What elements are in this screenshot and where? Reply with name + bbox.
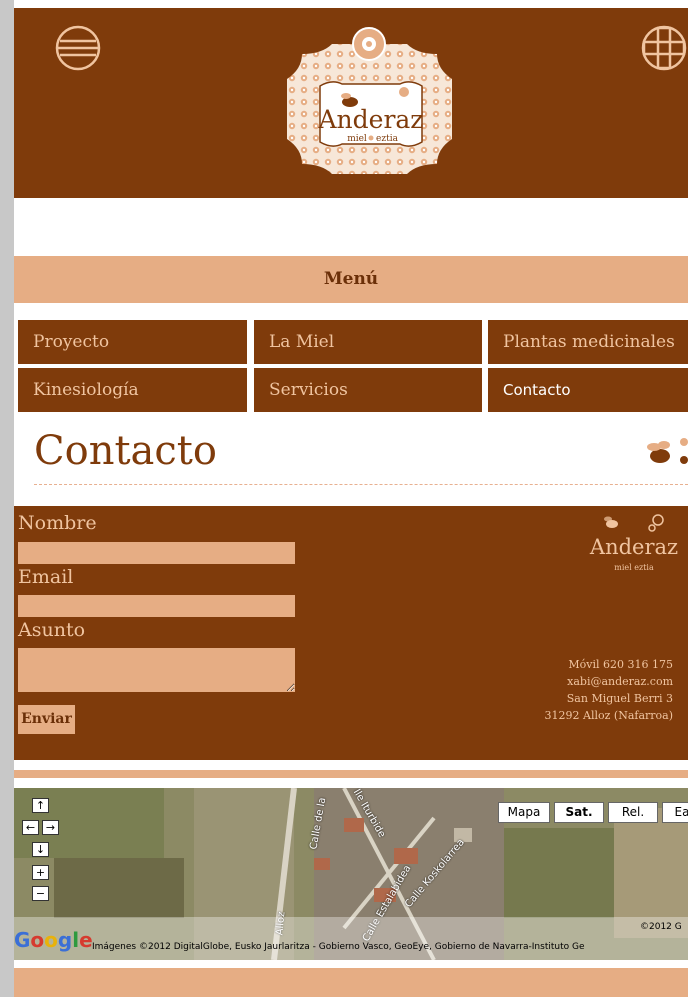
title-divider	[34, 484, 688, 485]
nav-item-la-miel[interactable]: La Miel	[254, 320, 482, 364]
nav-item-servicios[interactable]: Servicios	[254, 368, 482, 412]
contact-logo: Anderaz miel eztia	[584, 510, 684, 574]
city-address: 31292 Alloz (Nafarroa)	[544, 709, 673, 722]
send-button[interactable]: Enviar	[18, 705, 75, 734]
contact-logo-name: Anderaz	[589, 535, 678, 559]
nav-item-kinesiologia[interactable]: Kinesiología	[18, 368, 247, 412]
nav-item-plantas-medicinales[interactable]: Plantas medicinales	[488, 320, 688, 364]
page-title-area: Contacto	[14, 414, 688, 504]
menu-heading[interactable]: Menú	[14, 256, 688, 303]
pan-left-button[interactable]: ←	[22, 820, 39, 835]
map-embed[interactable]: Calle de la Ile Iturbide Calle Koskolarr…	[14, 788, 688, 960]
pan-up-button[interactable]: ↑	[32, 798, 49, 813]
logo-tagline-left: miel	[347, 134, 367, 144]
main-nav: Proyecto La Miel Plantas medicinales Kin…	[14, 318, 688, 412]
page: Anderaz miel eztia Menú Proyecto La Miel…	[14, 0, 688, 997]
bee-icon	[642, 426, 688, 476]
email-field[interactable]	[18, 595, 295, 617]
contact-email[interactable]: xabi@anderaz.com	[545, 673, 673, 690]
name-field[interactable]	[18, 542, 295, 564]
name-label: Nombre	[18, 512, 97, 534]
contact-section: Nombre Email Asunto Enviar Anderaz miel …	[14, 506, 688, 760]
google-logo[interactable]: Google	[14, 928, 93, 952]
street-address: San Miguel Berri 3	[566, 692, 673, 705]
zoom-out-button[interactable]: −	[32, 886, 49, 901]
page-title: Contacto	[34, 428, 217, 474]
zoom-in-button[interactable]: +	[32, 865, 49, 880]
map-footer	[14, 917, 688, 960]
tools-icon[interactable]	[640, 24, 688, 72]
map-type-satellite[interactable]: Sat.	[554, 802, 604, 823]
map-imagery-credit: Imágenes ©2012 DigitalGlobe, Eusko Jaurl…	[92, 942, 585, 952]
menu-toggle-icon[interactable]	[54, 24, 102, 72]
email-label: Email	[18, 566, 74, 588]
header-spacer	[14, 198, 688, 255]
subject-label: Asunto	[18, 619, 86, 641]
mobile-number: Móvil 620 316 175	[568, 658, 673, 671]
nav-item-proyecto[interactable]: Proyecto	[18, 320, 247, 364]
map-type-relief[interactable]: Rel.	[608, 802, 658, 823]
logo-name: Anderaz	[318, 105, 424, 134]
pan-right-button[interactable]: →	[42, 820, 59, 835]
map-type-map[interactable]: Mapa	[498, 802, 550, 823]
subject-field[interactable]	[18, 648, 295, 692]
contact-logo-tagline: miel eztia	[614, 563, 654, 572]
footer-band	[14, 968, 688, 997]
logo-tagline-right: eztia	[376, 134, 399, 144]
site-header: Anderaz miel eztia	[14, 8, 688, 198]
contact-address: Móvil 620 316 175 xabi@anderaz.com San M…	[545, 656, 673, 724]
nav-item-contacto[interactable]: Contacto	[488, 368, 688, 412]
site-logo[interactable]: Anderaz miel eztia	[262, 24, 477, 192]
pan-down-button[interactable]: ↓	[32, 842, 49, 857]
map-type-extra[interactable]: Ea	[662, 802, 688, 823]
map-copyright: ©2012 G	[640, 922, 682, 932]
section-divider	[14, 770, 688, 778]
